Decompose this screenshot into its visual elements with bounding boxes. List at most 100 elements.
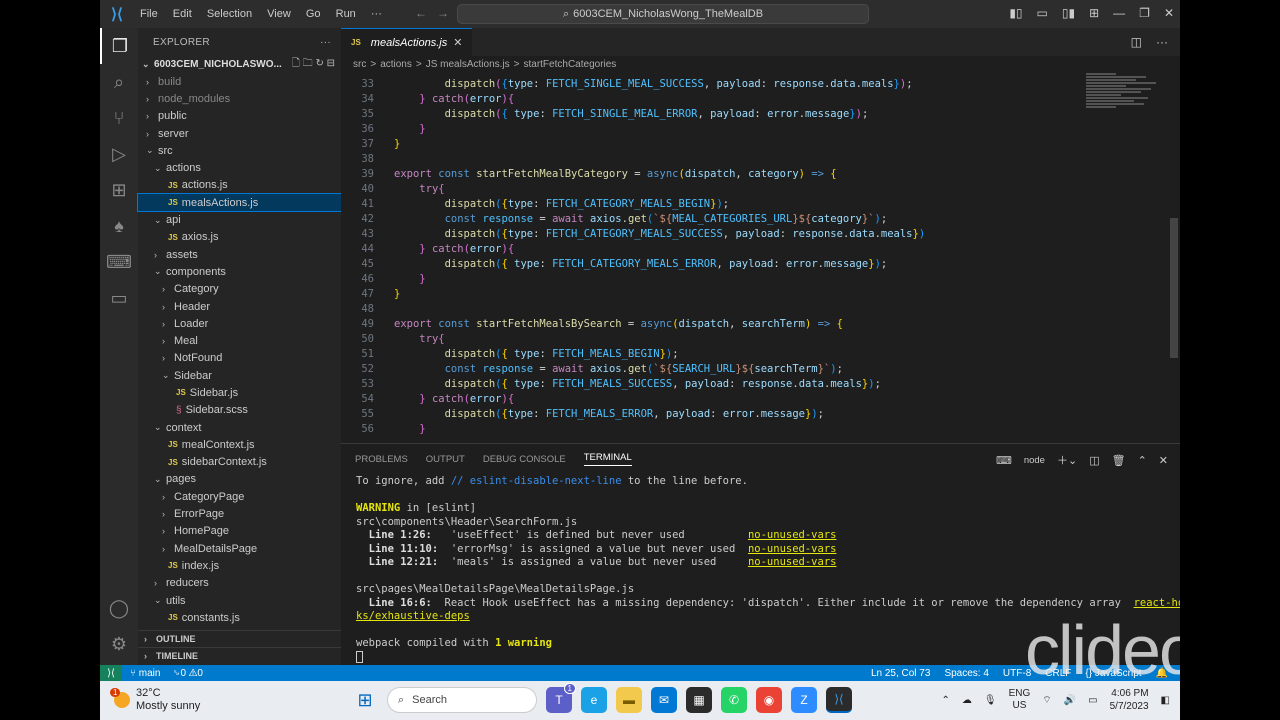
tree-item[interactable]: JS mealsActions.js: [137, 193, 342, 213]
more-actions-icon[interactable]: ···: [320, 37, 331, 48]
tree-item[interactable]: ⌄ api: [138, 211, 341, 228]
more-actions-icon[interactable]: ···: [1156, 35, 1168, 49]
tree-item[interactable]: JS Sidebar.js: [138, 384, 341, 401]
extensions-icon[interactable]: ⊞: [100, 172, 138, 208]
wifi-icon[interactable]: ⌔: [1042, 694, 1051, 707]
new-folder-icon[interactable]: 🗀: [303, 58, 313, 69]
tray-app-icon[interactable]: ☁: [962, 695, 972, 706]
collapse-icon[interactable]: ⊟: [327, 58, 335, 69]
search-icon[interactable]: ⌕: [100, 64, 138, 100]
split-editor-icon[interactable]: ◫: [1131, 35, 1142, 49]
tree-item[interactable]: › MealDetailsPage: [138, 540, 341, 557]
menu-run[interactable]: Run: [336, 8, 356, 20]
mail-icon[interactable]: ✉: [651, 687, 677, 713]
weather-widget[interactable]: 1 32°C Mostly sunny: [110, 687, 200, 713]
tree-item[interactable]: › node_modules: [138, 90, 341, 107]
store-icon[interactable]: ▦: [686, 687, 712, 713]
tab-mealsactions[interactable]: JS mealsActions.js ✕: [341, 28, 473, 56]
tree-item[interactable]: JS axios.js: [138, 229, 341, 246]
windows-start-icon[interactable]: ⊞: [352, 687, 378, 713]
volume-icon[interactable]: 🔊: [1064, 695, 1076, 706]
crumb-src[interactable]: src: [353, 59, 366, 70]
tree-item[interactable]: JS actions.js: [138, 177, 341, 194]
crumb-file[interactable]: JS mealsActions.js: [426, 59, 510, 70]
zoom-icon[interactable]: Z: [791, 687, 817, 713]
tree-item[interactable]: › build: [138, 73, 341, 90]
crumb-symbol[interactable]: startFetchCategories: [523, 59, 616, 70]
tray-chevron-icon[interactable]: ⌃: [942, 695, 950, 706]
refresh-icon[interactable]: ↻: [315, 58, 323, 69]
tab-debug-console[interactable]: DEBUG CONSOLE: [483, 454, 566, 465]
new-terminal-icon[interactable]: ＋⌄: [1057, 452, 1077, 468]
tree-item[interactable]: JS mealContext.js: [138, 436, 341, 453]
branch-status[interactable]: ⑂ main: [130, 668, 160, 679]
editor-scrollbar[interactable]: [1170, 218, 1178, 358]
run-debug-icon[interactable]: ▷: [100, 136, 138, 172]
layout-panel-icon[interactable]: ▭: [1037, 6, 1048, 20]
minimap[interactable]: [1086, 72, 1166, 152]
tree-item[interactable]: › HomePage: [138, 523, 341, 540]
crumb-actions[interactable]: actions: [380, 59, 412, 70]
menu-selection[interactable]: Selection: [207, 8, 252, 20]
minimize-icon[interactable]: —: [1113, 6, 1125, 20]
tab-problems[interactable]: PROBLEMS: [355, 454, 408, 465]
tree-item[interactable]: › NotFound: [138, 350, 341, 367]
edge-icon[interactable]: e: [581, 687, 607, 713]
file-explorer-icon[interactable]: ▬: [616, 687, 642, 713]
menu-view[interactable]: View: [267, 8, 291, 20]
cursor-position[interactable]: Ln 25, Col 73: [871, 668, 931, 679]
source-control-icon[interactable]: ⑂: [100, 100, 138, 136]
battery-icon[interactable]: ▭: [1088, 695, 1097, 706]
tree-item[interactable]: JS index.js: [138, 557, 341, 574]
taskbar-search[interactable]: ⌕ Search: [387, 687, 537, 713]
tree-item[interactable]: › Category: [138, 281, 341, 298]
outline-section[interactable]: › OUTLINE: [138, 630, 341, 647]
layout-sidebar-icon[interactable]: ▮▯: [1009, 6, 1022, 20]
chevron-up-icon[interactable]: ⌃: [1138, 454, 1147, 467]
tree-item[interactable]: › assets: [138, 246, 341, 263]
clock[interactable]: 4:06 PM 5/7/2023: [1110, 687, 1149, 713]
teams-icon[interactable]: T1: [546, 683, 576, 713]
layout-secondary-icon[interactable]: ▯▮: [1062, 6, 1075, 20]
tab-terminal[interactable]: TERMINAL: [583, 452, 632, 466]
close-panel-icon[interactable]: ✕: [1159, 454, 1168, 467]
trash-icon[interactable]: 🗑: [1112, 454, 1126, 467]
command-center-search[interactable]: ⌕ 6003CEM_NicholasWong_TheMealDB: [457, 4, 869, 24]
tree-item[interactable]: › Loader: [138, 315, 341, 332]
tree-item[interactable]: ⌄ src: [138, 142, 341, 159]
menu-file[interactable]: File: [140, 8, 158, 20]
whatsapp-icon[interactable]: ✆: [721, 687, 747, 713]
code-view[interactable]: 33 dispatch({type: FETCH_SINGLE_MEAL_SUC…: [341, 72, 1180, 443]
remote-explorer-icon[interactable]: ▭: [100, 280, 138, 316]
close-tab-icon[interactable]: ✕: [453, 36, 462, 49]
tree-item[interactable]: › public: [138, 108, 341, 125]
split-terminal-icon[interactable]: ◫: [1089, 454, 1099, 467]
tree-item[interactable]: › reducers: [138, 575, 341, 592]
tree-item[interactable]: JS sidebarContext.js: [138, 454, 341, 471]
tree-item[interactable]: › server: [138, 125, 341, 142]
menu-go[interactable]: Go: [306, 8, 321, 20]
tab-output[interactable]: OUTPUT: [426, 454, 465, 465]
new-file-icon[interactable]: 🗋: [292, 58, 300, 69]
close-icon[interactable]: ✕: [1164, 6, 1174, 20]
gear-icon[interactable]: ⚙: [100, 626, 138, 662]
language-indicator[interactable]: ENG US: [1009, 688, 1031, 712]
tree-item[interactable]: ⌄ utils: [138, 592, 341, 609]
tree-item[interactable]: › Meal: [138, 332, 341, 349]
indentation[interactable]: Spaces: 4: [944, 668, 988, 679]
tree-item[interactable]: ⌄ context: [138, 419, 341, 436]
tree-item[interactable]: § Sidebar.scss: [138, 402, 341, 419]
restore-icon[interactable]: ❐: [1139, 6, 1150, 20]
problems-status[interactable]: ␙0 ⚠0: [172, 668, 203, 679]
menu-edit[interactable]: Edit: [173, 8, 192, 20]
menu-more[interactable]: ···: [371, 8, 382, 20]
customize-layout-icon[interactable]: ⊞: [1089, 6, 1099, 20]
tree-item[interactable]: ⌄ pages: [138, 471, 341, 488]
tree-item[interactable]: ⌄ components: [138, 263, 341, 280]
tree-item[interactable]: › CategoryPage: [138, 488, 341, 505]
tree-item[interactable]: JS constants.js: [138, 609, 341, 626]
forward-arrow-icon[interactable]: →: [437, 6, 449, 20]
notifications-icon[interactable]: ◧: [1161, 695, 1170, 706]
terminal-shell-name[interactable]: node: [1024, 455, 1045, 466]
account-icon[interactable]: ◯: [100, 590, 138, 626]
